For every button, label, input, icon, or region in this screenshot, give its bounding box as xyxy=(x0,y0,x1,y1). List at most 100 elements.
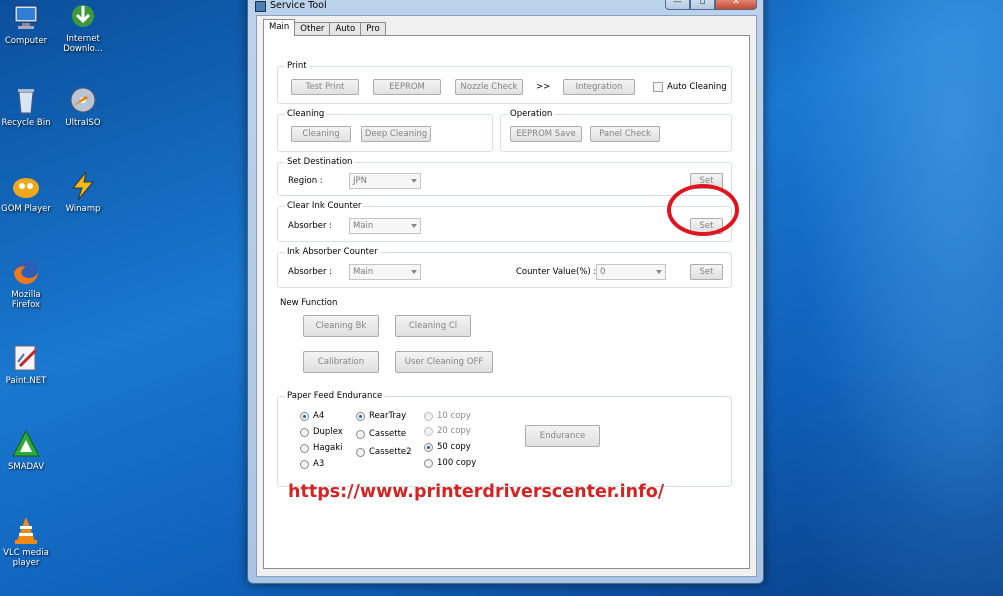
endurance-button[interactable]: Endurance xyxy=(525,425,600,447)
cleaning-group: Cleaning Cleaning Deep Cleaning xyxy=(277,109,493,152)
desktop-icon-label: Mozilla Firefox xyxy=(11,290,41,310)
desktop-icon-label: Paint.NET xyxy=(5,376,47,386)
desktop-icon-label: Recycle Bin xyxy=(1,118,51,128)
desktop-icon-label: UltraISO xyxy=(65,118,101,128)
radio-cassette[interactable]: Cassette xyxy=(356,429,406,439)
radio-20-copy[interactable]: 20 copy xyxy=(424,426,471,436)
paper-feed-endurance-label: Paper Feed Endurance xyxy=(285,391,385,401)
firefox-icon xyxy=(14,260,38,284)
cleaning-button[interactable]: Cleaning xyxy=(291,126,351,142)
region-select[interactable]: JPN xyxy=(349,173,421,189)
chevron-down-icon xyxy=(656,270,662,274)
operation-group: Operation EEPROM Save Panel Check xyxy=(500,109,732,152)
gom-player-icon xyxy=(13,178,39,198)
clear-ink-absorber-select[interactable]: Main xyxy=(349,218,421,234)
absorber-select-value: Main xyxy=(353,221,374,231)
radio-a3[interactable]: A3 xyxy=(300,459,324,469)
radio-50-copy[interactable]: 50 copy xyxy=(424,442,471,452)
ink-absorber-set-button[interactable]: Set xyxy=(690,264,723,280)
computer-icon xyxy=(14,5,38,29)
set-destination-label: Set Destination xyxy=(285,157,355,167)
panel-check-button[interactable]: Panel Check xyxy=(590,126,660,142)
eeprom-button[interactable]: EEPROM xyxy=(373,79,441,95)
vlc-icon xyxy=(15,517,37,544)
clear-ink-counter-label: Clear Ink Counter xyxy=(285,201,364,211)
desktop-icon-computer[interactable]: Computer xyxy=(0,2,52,46)
radio-a4[interactable]: A4 xyxy=(300,411,324,421)
deep-cleaning-button[interactable]: Deep Cleaning xyxy=(361,126,431,142)
user-cleaning-off-button[interactable]: User Cleaning OFF xyxy=(395,351,493,373)
radio-icon xyxy=(356,429,365,439)
radio-100-copy[interactable]: 100 copy xyxy=(424,458,476,468)
radio-duplex[interactable]: Duplex xyxy=(300,427,343,437)
radio-label: 20 copy xyxy=(437,426,471,436)
watermark-url: https://www.printerdriverscenter.info/ xyxy=(288,482,665,502)
close-button[interactable]: ✕ xyxy=(715,0,757,10)
title-bar[interactable]: Service Tool — ▫ ✕ xyxy=(248,0,763,15)
radio-icon xyxy=(300,427,309,437)
desktop-icon-label: Winamp xyxy=(65,204,101,214)
desktop-icon-label: VLC media player xyxy=(3,548,49,568)
desktop-icon-internet-download[interactable]: Internet Downlo... xyxy=(57,0,109,54)
desktop-icon-label: SMADAV xyxy=(7,462,45,472)
radio-icon xyxy=(300,459,309,469)
radio-cassette2[interactable]: Cassette2 xyxy=(356,447,412,457)
desktop-icon-label: GOM Player xyxy=(1,204,51,214)
ink-absorber-select[interactable]: Main xyxy=(349,264,421,280)
download-manager-icon xyxy=(72,5,94,27)
radio-label: Duplex xyxy=(313,427,343,437)
ink-absorber-counter-label: Ink Absorber Counter xyxy=(285,247,380,257)
radio-10-copy[interactable]: 10 copy xyxy=(424,411,471,421)
counter-value-label: Counter Value(%) : xyxy=(516,267,597,277)
print-group-label: Print xyxy=(285,61,309,71)
radio-icon xyxy=(424,411,433,421)
auto-cleaning-label: Auto Cleaning xyxy=(667,82,727,92)
chevron-down-icon xyxy=(411,179,417,183)
cleaning-cl-button[interactable]: Cleaning Cl xyxy=(395,315,471,337)
absorber-label: Absorber : xyxy=(288,267,333,277)
eeprom-save-button[interactable]: EEPROM Save xyxy=(510,126,582,142)
desktop-icon-vlc[interactable]: VLC media player xyxy=(0,514,52,568)
tab-auto[interactable]: Auto xyxy=(329,22,362,36)
integration-button[interactable]: Integration xyxy=(563,79,635,95)
radio-label: 100 copy xyxy=(437,458,477,468)
tab-other[interactable]: Other xyxy=(294,22,331,36)
desktop-icon-paintnet[interactable]: Paint.NET xyxy=(0,342,52,386)
print-group: Print Test Print EEPROM Nozzle Check >> … xyxy=(277,61,732,104)
recycle-bin-icon xyxy=(18,89,34,114)
arrow-label: >> xyxy=(536,82,551,92)
app-icon xyxy=(255,1,266,12)
region-select-value: JPN xyxy=(353,176,367,186)
desktop-icon-gom-player[interactable]: GOM Player xyxy=(0,170,52,214)
radio-label: 50 copy xyxy=(437,442,471,452)
wallpaper-glow xyxy=(763,0,1003,596)
disc-icon xyxy=(70,87,96,113)
maximize-button[interactable]: ▫ xyxy=(690,0,715,10)
auto-cleaning-checkbox[interactable] xyxy=(653,82,663,92)
desktop-icon-winamp[interactable]: Winamp xyxy=(57,170,109,214)
tab-strip: Main Other Auto Pro xyxy=(263,19,386,36)
counter-value-select[interactable]: 0 xyxy=(596,264,666,280)
radio-label: Hagaki xyxy=(313,443,343,453)
nozzle-check-button[interactable]: Nozzle Check xyxy=(455,79,523,95)
radio-label: Cassette xyxy=(369,429,407,439)
calibration-button[interactable]: Calibration xyxy=(303,351,379,373)
tab-pro[interactable]: Pro xyxy=(360,22,386,36)
desktop-icon-recycle-bin[interactable]: Recycle Bin xyxy=(0,84,52,128)
cleaning-group-label: Cleaning xyxy=(285,109,327,119)
minimize-button[interactable]: — xyxy=(665,0,690,10)
radio-hagaki[interactable]: Hagaki xyxy=(300,443,343,453)
absorber-label: Absorber : xyxy=(288,221,333,231)
radio-icon xyxy=(424,426,433,436)
desktop-icon-firefox[interactable]: Mozilla Firefox xyxy=(0,256,52,310)
tab-main[interactable]: Main xyxy=(263,19,296,36)
window-title: Service Tool xyxy=(270,0,327,11)
radio-label: A3 xyxy=(313,459,325,469)
radio-label: 10 copy xyxy=(437,411,471,421)
cleaning-bk-button[interactable]: Cleaning Bk xyxy=(303,315,379,337)
test-print-button[interactable]: Test Print xyxy=(291,79,359,95)
radio-reartray[interactable]: RearTray xyxy=(356,411,406,421)
desktop-icon-ultraiso[interactable]: UltraISO xyxy=(57,84,109,128)
radio-selected-icon xyxy=(300,411,309,421)
desktop-icon-smadav[interactable]: SMADAV xyxy=(0,428,52,472)
